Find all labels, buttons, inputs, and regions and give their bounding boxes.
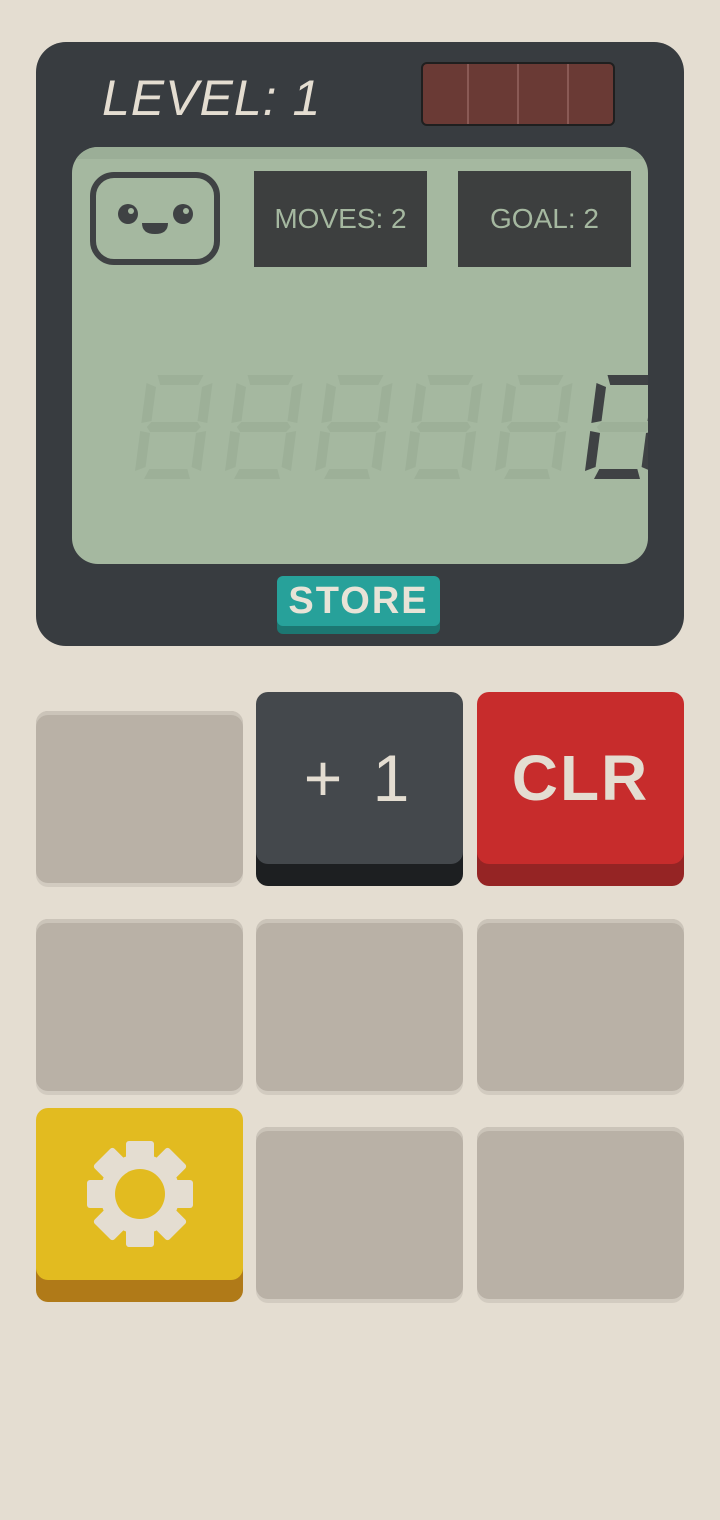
seven-segment-display: 0 bbox=[135, 375, 648, 479]
ghost-segment bbox=[191, 431, 207, 471]
ghost-segment bbox=[647, 417, 648, 422]
store-button[interactable]: STORE bbox=[277, 576, 440, 626]
ghost-segment bbox=[551, 431, 567, 471]
ghost-segment bbox=[236, 422, 291, 432]
display-segment bbox=[647, 417, 648, 422]
gear-icon bbox=[86, 1141, 193, 1247]
ghost-segment bbox=[517, 375, 564, 385]
ghost-segment bbox=[495, 431, 510, 471]
ghost-segment bbox=[416, 422, 471, 432]
ghost-segment bbox=[467, 383, 483, 423]
ghost-segment bbox=[461, 431, 477, 471]
ghost-segment bbox=[141, 383, 156, 423]
ghost-segment bbox=[197, 383, 213, 423]
ghost-segment bbox=[411, 383, 426, 423]
ghost-segment bbox=[557, 383, 573, 423]
lcd-screen: MOVES: 2 GOAL: 2 0 bbox=[72, 147, 648, 564]
display-segment bbox=[607, 375, 648, 385]
empty-key bbox=[256, 919, 463, 1091]
ghost-segment bbox=[321, 383, 336, 423]
ghost-segment bbox=[405, 431, 420, 471]
ghost-segment bbox=[596, 422, 648, 432]
ghost-segment bbox=[501, 383, 516, 423]
ghost-segment bbox=[234, 469, 280, 479]
ghost-segment bbox=[377, 383, 393, 423]
ghost-segment bbox=[504, 469, 550, 479]
ghost-segment bbox=[231, 383, 246, 423]
ghost-segment bbox=[506, 422, 561, 432]
ghost-segment bbox=[414, 469, 460, 479]
empty-key bbox=[36, 919, 243, 1091]
ghost-segment bbox=[225, 431, 240, 471]
ghost-segment bbox=[337, 375, 384, 385]
empty-key bbox=[36, 711, 243, 883]
empty-key bbox=[256, 1127, 463, 1299]
display-segment bbox=[594, 469, 640, 479]
plus-one-button[interactable]: + 1 bbox=[256, 692, 463, 864]
ghost-segment bbox=[427, 375, 474, 385]
ghost-segment bbox=[247, 375, 294, 385]
level-title: LEVEL: 1 bbox=[102, 70, 322, 126]
settings-button[interactable] bbox=[36, 1108, 243, 1280]
ghost-segment bbox=[371, 431, 387, 471]
empty-key bbox=[477, 1127, 684, 1299]
display-segment bbox=[585, 431, 600, 471]
ghost-segment bbox=[135, 431, 150, 471]
ghost-segment bbox=[144, 469, 190, 479]
display-segment bbox=[641, 432, 648, 470]
clear-button[interactable]: CLR bbox=[477, 692, 684, 864]
ghost-segment bbox=[146, 422, 201, 432]
ghost-segment bbox=[287, 383, 303, 423]
calculator-device: LEVEL: 1 MOVES: 2 GOAL: 2 0 STORE bbox=[36, 42, 684, 646]
solar-panel bbox=[421, 62, 615, 126]
empty-key bbox=[477, 919, 684, 1091]
ghost-segment bbox=[157, 375, 204, 385]
ghost-segment bbox=[324, 469, 370, 479]
display-segment bbox=[591, 383, 606, 423]
ghost-segment bbox=[315, 431, 330, 471]
ghost-segment bbox=[281, 431, 297, 471]
ghost-segment bbox=[326, 422, 381, 432]
